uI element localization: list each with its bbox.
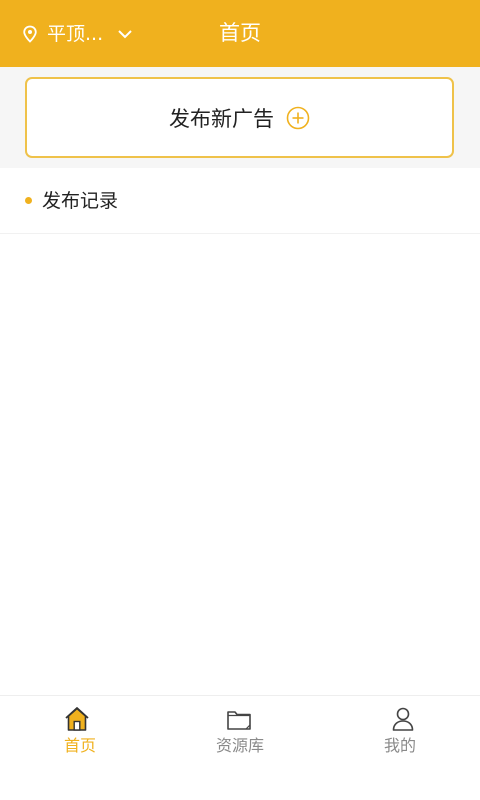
- publish-new-ad-button[interactable]: 发布新广告: [25, 77, 454, 158]
- home-icon: [65, 707, 89, 731]
- location-pin-icon: [23, 25, 37, 43]
- location-label: 平顶...: [47, 23, 104, 45]
- section-bullet: [25, 197, 32, 204]
- publish-records-header: 发布记录: [0, 168, 480, 234]
- tab-mine[interactable]: 我的: [320, 696, 480, 796]
- header-bar: 平顶... 首页: [0, 0, 480, 67]
- tab-resources[interactable]: 资源库: [160, 696, 320, 796]
- user-icon: [392, 707, 414, 731]
- tab-mine-label: 我的: [383, 736, 416, 755]
- publish-section: 发布新广告: [0, 67, 480, 168]
- tab-resources-label: 资源库: [215, 736, 264, 755]
- chevron-down-icon: [118, 30, 132, 39]
- publish-new-ad-label: 发布新广告: [169, 106, 274, 131]
- publish-records-title: 发布记录: [42, 190, 119, 212]
- location-selector[interactable]: 平顶...: [22, 20, 133, 48]
- tab-home-label: 首页: [63, 736, 96, 755]
- folder-icon: [227, 711, 251, 730]
- plus-circle-icon: [286, 106, 310, 129]
- page: 平顶... 首页 发布新广告 发布记录 首页 资源库 我的: [0, 0, 480, 800]
- tab-home[interactable]: 首页: [0, 696, 160, 796]
- bottom-tab-bar: 首页 资源库 我的: [0, 695, 480, 800]
